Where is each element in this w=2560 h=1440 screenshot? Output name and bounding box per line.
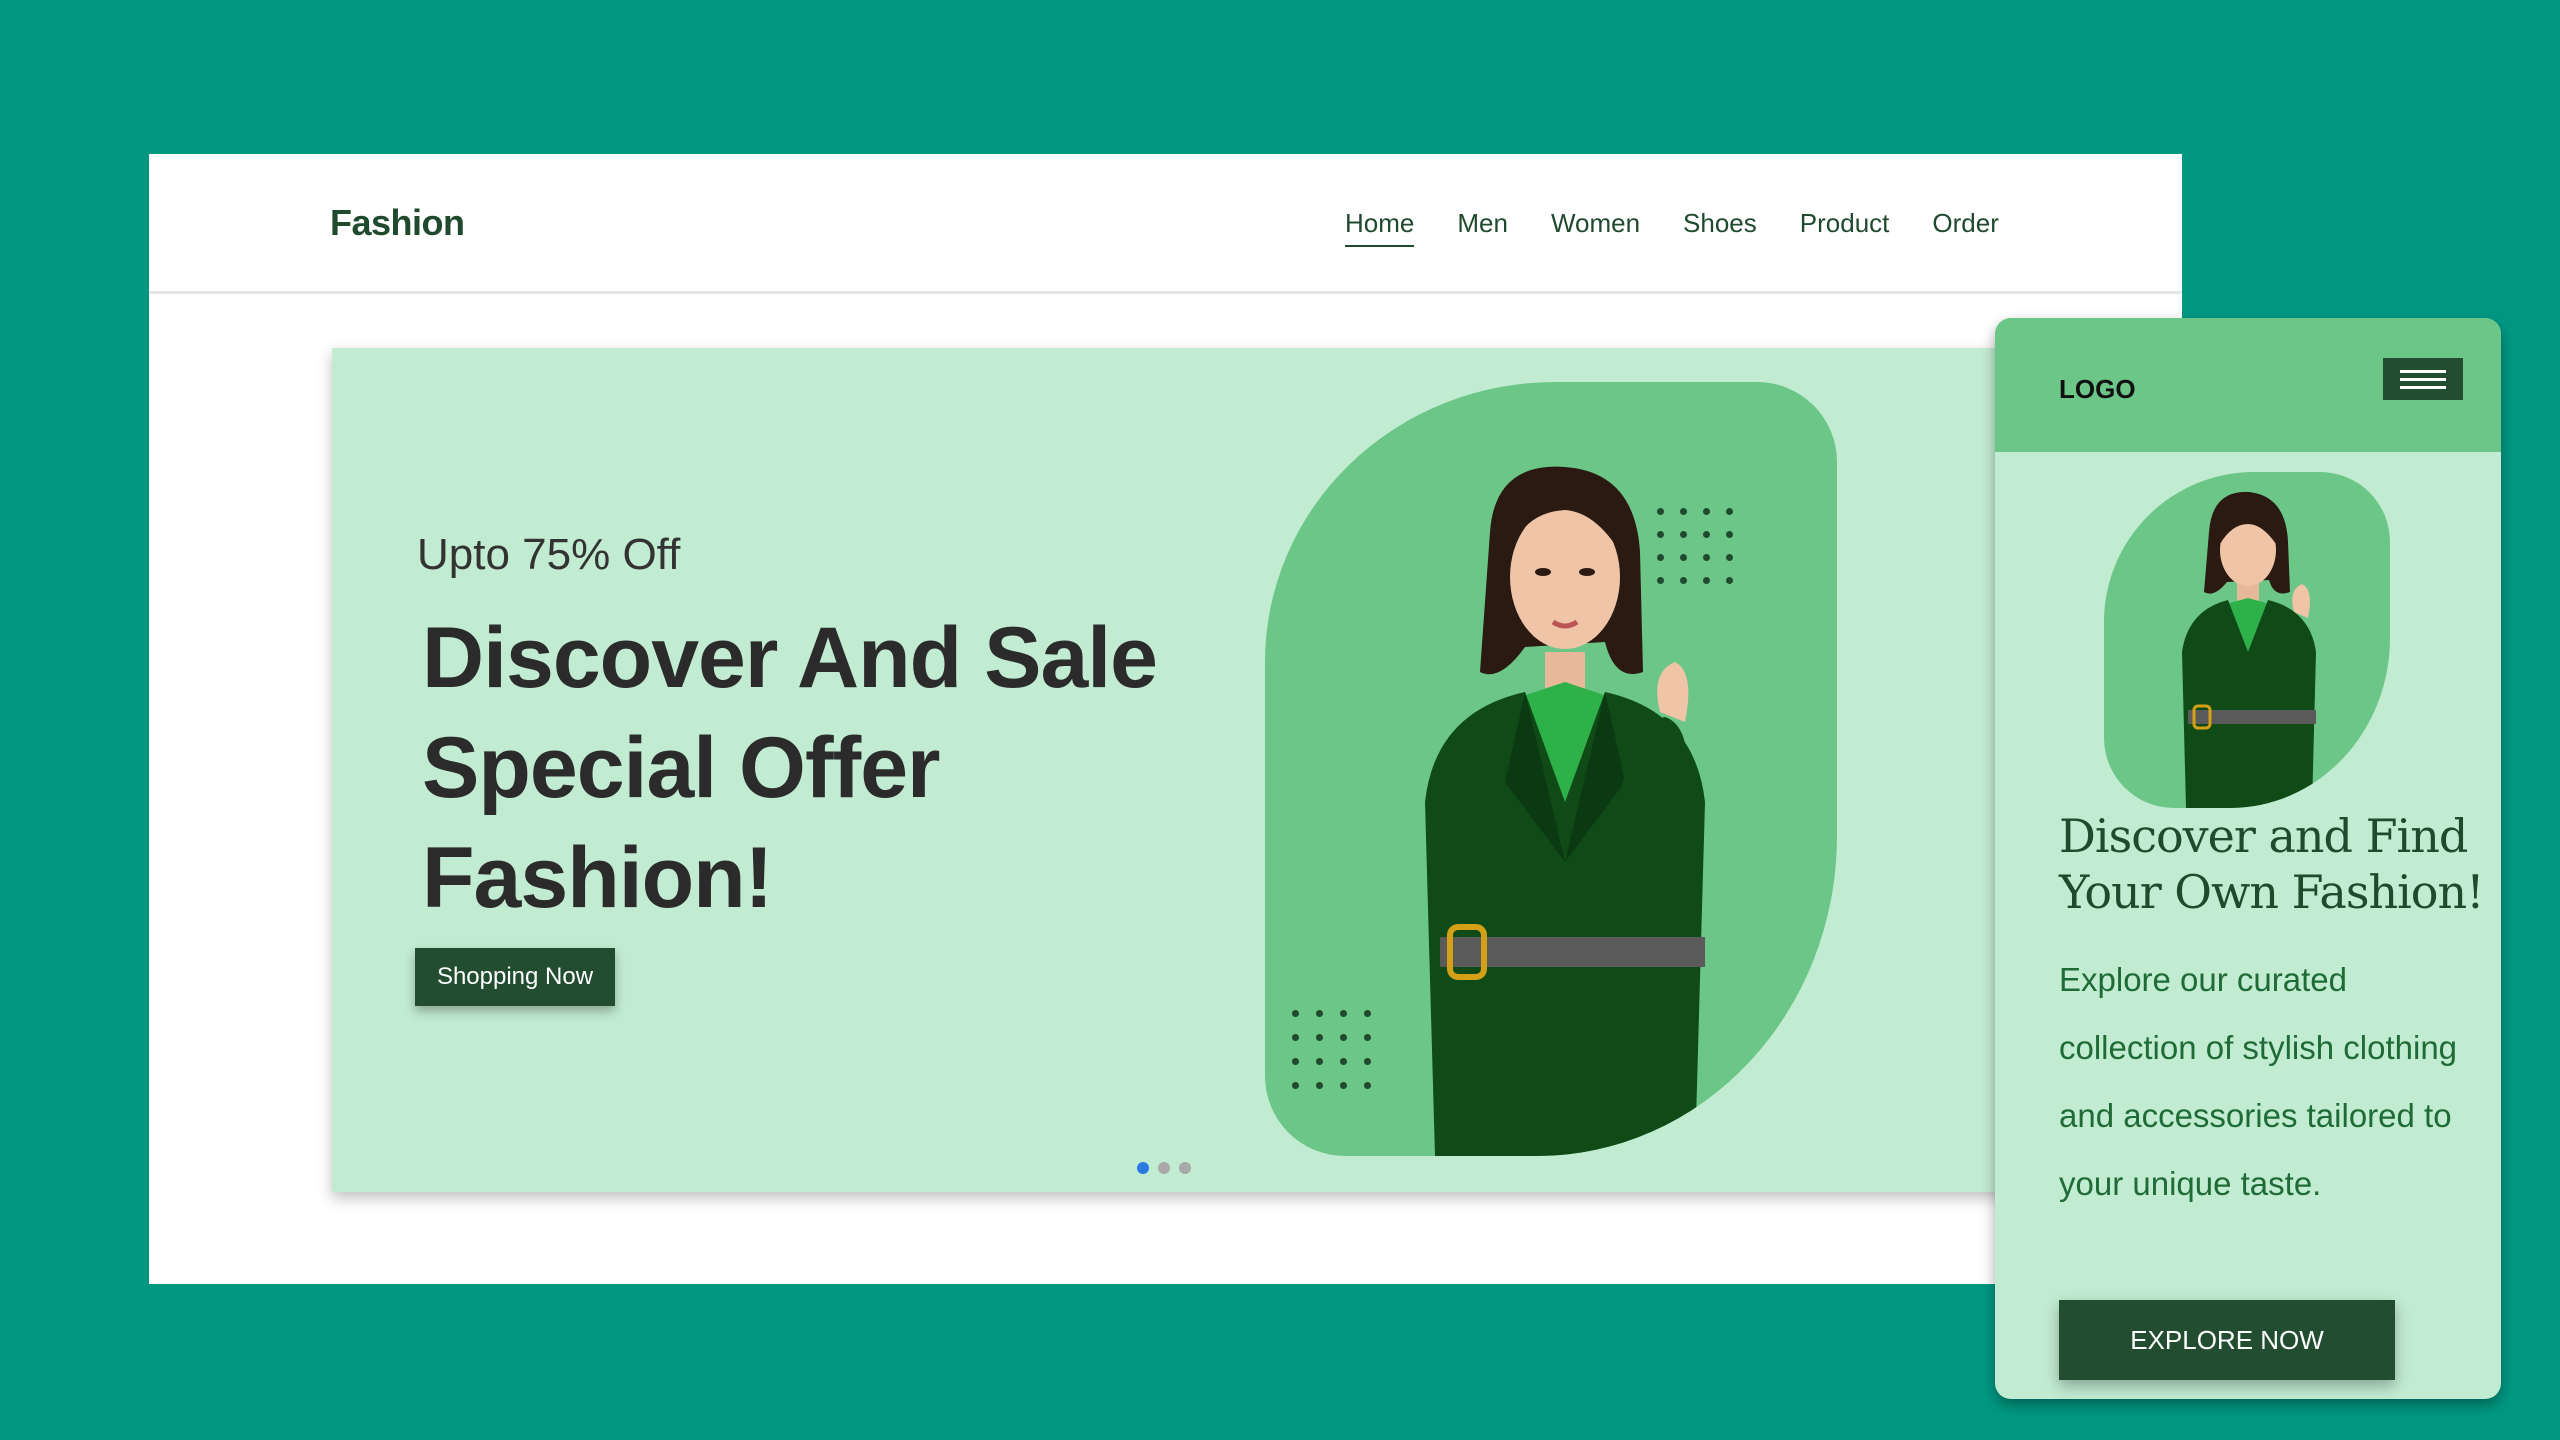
brand-logo[interactable]: Fashion <box>330 202 465 244</box>
hero-title: Discover And Sale Special Offer Fashion! <box>422 610 1158 926</box>
hero-banner: Upto 75% Off Discover And Sale Special O… <box>332 348 2182 1192</box>
nav-product[interactable]: Product <box>1800 208 1890 247</box>
desktop-mockup: Fashion Home Men Women Shoes Product Ord… <box>149 154 2182 1284</box>
nav-women[interactable]: Women <box>1551 208 1640 247</box>
desktop-header: Fashion Home Men Women Shoes Product Ord… <box>149 154 2182 294</box>
mobile-model-illustration <box>2182 491 2316 808</box>
mobile-description: Explore our curated collection of stylis… <box>2059 961 2458 1202</box>
main-nav: Home Men Women Shoes Product Order <box>1345 208 2042 247</box>
model-illustration <box>1425 466 1705 1156</box>
nav-order[interactable]: Order <box>1932 208 1998 247</box>
carousel-dot-1[interactable] <box>1137 1162 1149 1174</box>
mobile-model-image <box>2104 472 2390 808</box>
mobile-mockup: LOGO Discover and Find Your Own Fashion!… <box>1995 318 2501 1399</box>
nav-shoes[interactable]: Shoes <box>1683 208 1757 247</box>
explore-now-button[interactable]: EXPLORE NOW <box>2059 1300 2395 1380</box>
hamburger-menu-icon[interactable] <box>2383 358 2463 400</box>
mobile-header: LOGO <box>1995 318 2501 452</box>
hero-subtitle: Upto 75% Off <box>417 530 681 579</box>
nav-men[interactable]: Men <box>1457 208 1508 247</box>
nav-home[interactable]: Home <box>1345 208 1415 247</box>
mobile-title: Discover and Find Your Own Fashion! <box>2059 809 2485 919</box>
hero-model-image <box>1265 382 1837 1156</box>
carousel-dot-3[interactable] <box>1179 1162 1191 1174</box>
shopping-now-button[interactable]: Shopping Now <box>415 948 615 1006</box>
mobile-logo[interactable]: LOGO <box>2059 374 2136 405</box>
carousel-indicators <box>1137 1162 1191 1174</box>
carousel-dot-2[interactable] <box>1158 1162 1170 1174</box>
